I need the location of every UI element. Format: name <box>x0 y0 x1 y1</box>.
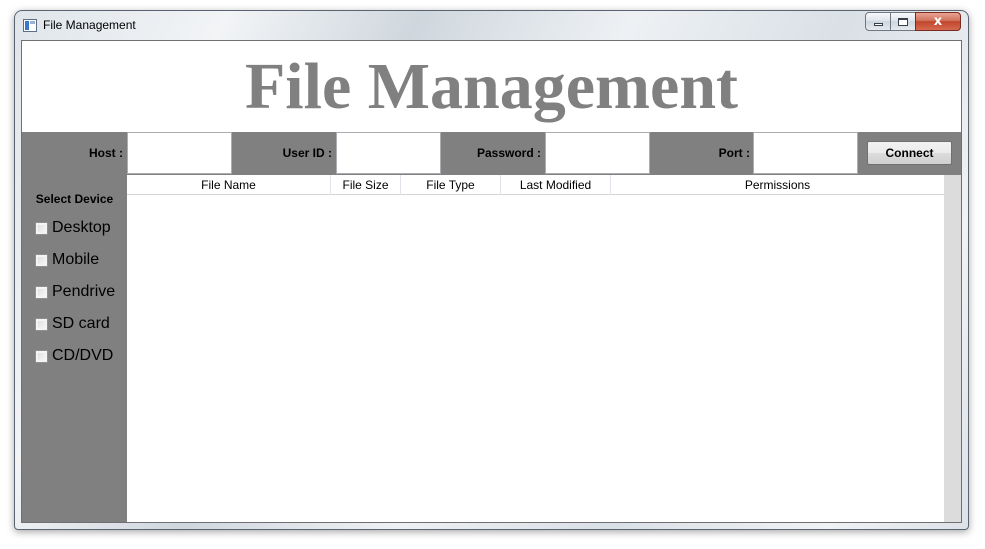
host-input[interactable] <box>127 132 232 174</box>
caption-buttons: x <box>865 12 961 31</box>
device-label: CD/DVD <box>52 347 114 364</box>
column-header-last-modified[interactable]: Last Modified <box>501 175 611 195</box>
page-title: File Management <box>244 50 739 123</box>
client-area: File Management Host : User ID : Passwor… <box>21 40 962 523</box>
column-header-file-type[interactable]: File Type <box>401 175 501 195</box>
app-window-icon[interactable] <box>23 19 37 32</box>
column-header-file-size[interactable]: File Size <box>331 175 401 195</box>
sd-card-checkbox[interactable] <box>35 317 48 331</box>
password-input[interactable] <box>545 132 650 174</box>
close-button[interactable]: x <box>915 12 961 31</box>
column-header-permissions[interactable]: Permissions <box>611 175 944 195</box>
maximize-button[interactable] <box>890 12 916 31</box>
device-option-pendrive[interactable]: Pendrive <box>35 281 115 303</box>
close-icon: x <box>933 14 943 29</box>
device-label: Desktop <box>52 219 111 236</box>
device-label: SD card <box>52 315 110 332</box>
device-option-sd-card[interactable]: SD card <box>35 313 110 335</box>
connect-button[interactable]: Connect <box>867 141 952 165</box>
device-option-cd-dvd[interactable]: CD/DVD <box>35 345 113 367</box>
column-header-file-name[interactable]: File Name <box>127 175 331 195</box>
app-window: File Management x File Management Host :… <box>14 10 969 530</box>
device-option-desktop[interactable]: Desktop <box>35 217 111 239</box>
select-device-heading: Select Device <box>35 192 114 206</box>
password-label: Password : <box>476 146 541 160</box>
port-label: Port : <box>718 146 750 160</box>
file-list-header: File Name File Size File Type Last Modif… <box>127 175 944 195</box>
grid-bottom-edge <box>127 522 961 523</box>
vertical-scrollbar[interactable] <box>944 175 961 522</box>
connection-bar: Host : User ID : Password : Port : Conne… <box>22 132 961 175</box>
maximize-icon <box>898 17 908 26</box>
device-label: Mobile <box>52 251 100 268</box>
title-bar[interactable]: File Management x <box>15 11 968 41</box>
desktop-checkbox[interactable] <box>35 221 48 235</box>
minimize-icon <box>873 23 883 26</box>
port-input[interactable] <box>753 132 858 174</box>
minimize-button[interactable] <box>865 12 891 31</box>
host-label: Host : <box>89 146 123 160</box>
cd-dvd-checkbox[interactable] <box>35 349 48 363</box>
mobile-checkbox[interactable] <box>35 253 48 267</box>
device-option-mobile[interactable]: Mobile <box>35 249 99 271</box>
device-sidebar: Select Device Desktop Mobile Pendrive SD… <box>22 175 127 522</box>
pendrive-checkbox[interactable] <box>35 285 48 299</box>
user-id-input[interactable] <box>336 132 441 174</box>
device-label: Pendrive <box>52 283 116 300</box>
user-id-label: User ID : <box>282 146 332 160</box>
file-list-grid[interactable]: File Name File Size File Type Last Modif… <box>127 175 944 522</box>
window-title: File Management <box>43 18 136 32</box>
